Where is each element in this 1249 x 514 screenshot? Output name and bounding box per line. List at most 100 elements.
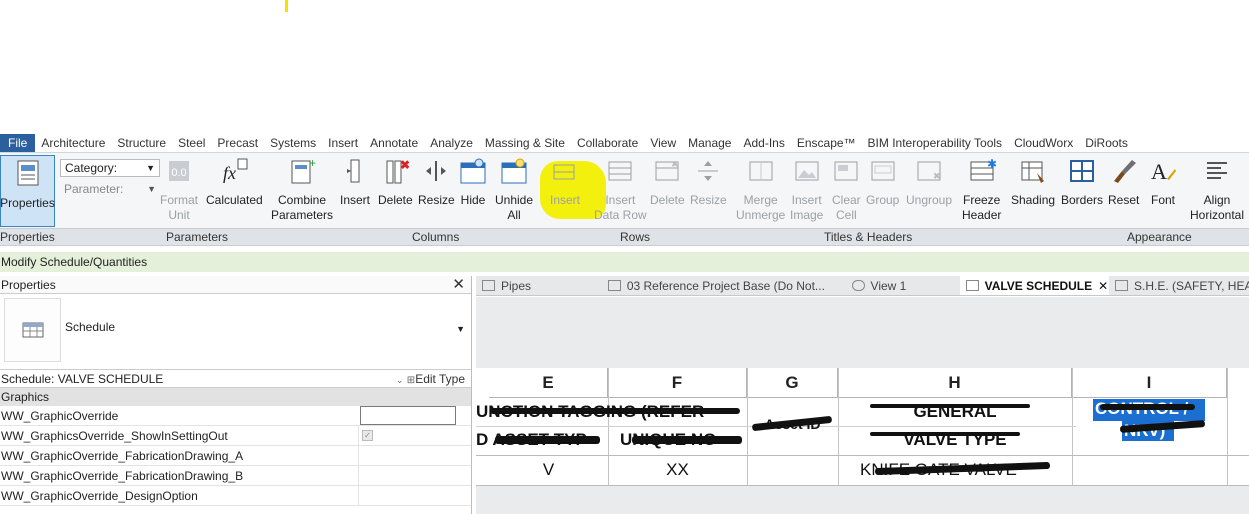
group-header-graphics[interactable]: Graphics [0,388,471,406]
tab-analyze[interactable]: Analyze [424,134,479,152]
view-tab-valve-schedule[interactable]: VALVE SCHEDULE ✕ [959,276,1109,295]
font-button[interactable]: A Font [1149,157,1177,208]
panel-label-titles-headers: Titles & Headers [824,230,913,244]
insert-row-button[interactable]: Insert [550,157,580,208]
column-header-g[interactable]: G [747,368,838,398]
resize-row-icon [698,161,719,181]
edit-type-button[interactable]: ⌄ ⊞Edit Type [396,370,465,390]
ungroup-button[interactable]: ✖ Ungroup [906,157,952,208]
font-icon: A [1151,159,1176,184]
view-tab-she[interactable]: S.H.E. (SAFETY, HEA [1109,276,1249,295]
calculated-button[interactable]: fx Calculated [206,157,263,208]
tab-enscape[interactable]: Enscape™ [791,134,862,152]
panel-label-properties: Properties [0,230,55,244]
schedule-cell[interactable]: V [489,460,608,480]
schedule-cell[interactable]: XX [608,460,747,480]
param-value[interactable] [358,486,458,506]
column-header-h[interactable]: H [838,368,1072,398]
resize-column-icon [426,161,447,181]
tab-steel[interactable]: Steel [172,134,211,152]
instance-selector[interactable]: Schedule: VALVE SCHEDULE ⌄ ⊞Edit Type [0,370,471,388]
tab-diroots[interactable]: DiRoots [1079,134,1134,152]
close-icon[interactable]: ✕ [452,276,465,294]
reset-button[interactable]: Reset [1108,157,1139,208]
insert-image-icon [795,161,819,181]
delete-row-button[interactable]: ✖ Delete [650,157,685,208]
tab-precast[interactable]: Precast [211,134,264,152]
shading-icon [1021,161,1045,183]
param-row: WW_GraphicOverride_FabricationDrawing_A [0,446,471,466]
view-tab-view-1[interactable]: View 1 [846,276,960,295]
context-tab-label: Modify Schedule/Quantities [0,252,1249,272]
plan-view-icon [482,280,495,291]
svg-text:fx: fx [223,163,236,183]
tab-annotate[interactable]: Annotate [364,134,424,152]
insert-data-row-button[interactable]: Insert Data Row [594,157,647,223]
param-checkbox[interactable]: ✓ [362,430,373,441]
insert-column-icon [347,159,360,183]
close-tab-icon[interactable]: ✕ [1098,279,1108,293]
borders-button[interactable]: Borders [1061,157,1103,208]
group-button[interactable]: Group [866,157,899,208]
yellow-annotation-mark [285,0,288,12]
ribbon-tab-bar: File Architecture Structure Steel Precas… [0,134,1249,152]
redaction-scribble [495,436,600,444]
clear-cell-button[interactable]: Clear Cell [832,157,861,223]
svg-text:0.0: 0.0 [171,167,186,179]
format-unit-icon: 0.0 [169,161,189,181]
tab-add-ins[interactable]: Add-Ins [737,134,790,152]
delete-column-button[interactable]: ✖ Delete [378,157,413,208]
borders-icon [1070,160,1095,182]
revit-window: File Architecture Structure Steel Precas… [0,0,1249,514]
properties-button[interactable]: Properties [0,155,55,227]
insert-row-icon [553,164,575,180]
group-icon [871,161,895,181]
redaction-scribble [632,436,742,444]
param-row: WW_GraphicOverride [0,406,471,426]
resize-column-button[interactable]: Resize [418,157,455,208]
column-header-e[interactable]: E [489,368,608,398]
chevron-down-icon[interactable]: ▼ [456,324,465,334]
tab-insert[interactable]: Insert [322,134,364,152]
insert-column-button[interactable]: Insert [340,157,370,208]
param-row: WW_GraphicsOverride_ShowInSettingOut ✓ [0,426,471,446]
clear-cell-icon [834,161,858,181]
panel-label-parameters: Parameters [166,230,229,244]
column-header-i[interactable]: I [1072,368,1227,398]
view-tab-reference-project[interactable]: 03 Reference Project Base (Do Not... [602,276,846,295]
column-header-f[interactable]: F [608,368,747,398]
unhide-all-button[interactable]: Unhide All [495,157,533,223]
combine-parameters-button[interactable]: + Combine Parameters [271,157,333,223]
ungroup-icon: ✖ [917,161,941,181]
tab-cloudworx[interactable]: CloudWorx [1008,134,1079,152]
schedule-view-icon [1114,280,1128,291]
param-value[interactable] [358,466,458,486]
tab-architecture[interactable]: Architecture [35,134,111,152]
type-selector[interactable]: Schedule ▼ [0,294,471,370]
svg-text:✱: ✱ [987,157,996,171]
param-value[interactable] [358,446,458,466]
resize-row-button[interactable]: Resize [690,157,727,208]
3d-view-icon [851,280,865,291]
tab-systems[interactable]: Systems [264,134,322,152]
param-value-input[interactable] [360,406,456,425]
hide-column-button[interactable]: Hide [459,157,487,208]
tab-collaborate[interactable]: Collaborate [571,134,644,152]
category-dropdown[interactable]: Category: ▼ [60,159,160,177]
tab-manage[interactable]: Manage [682,134,737,152]
shading-button[interactable]: Shading [1011,157,1055,208]
parameter-dropdown[interactable]: Parameter: ▼ [60,181,160,199]
view-tab-pipes[interactable]: Pipes [476,276,602,295]
panel-label-appearance: Appearance [1127,230,1192,244]
tab-view[interactable]: View [644,134,682,152]
tab-structure[interactable]: Structure [111,134,172,152]
tab-massing-site[interactable]: Massing & Site [479,134,571,152]
tab-file[interactable]: File [0,134,36,152]
merge-unmerge-button[interactable]: Merge Unmerge [736,157,785,223]
ribbon-panel-labels: Properties Parameters Columns Rows Title… [0,228,1249,246]
tab-bim-interoperability[interactable]: BIM Interoperability Tools [862,134,1009,152]
format-unit-button[interactable]: 0.0 Format Unit [160,157,198,223]
align-horizontal-button[interactable]: Align Horizontal [1190,157,1244,223]
insert-image-button[interactable]: Insert Image [790,157,823,223]
freeze-header-button[interactable]: ✱ Freeze Header [962,157,1001,223]
